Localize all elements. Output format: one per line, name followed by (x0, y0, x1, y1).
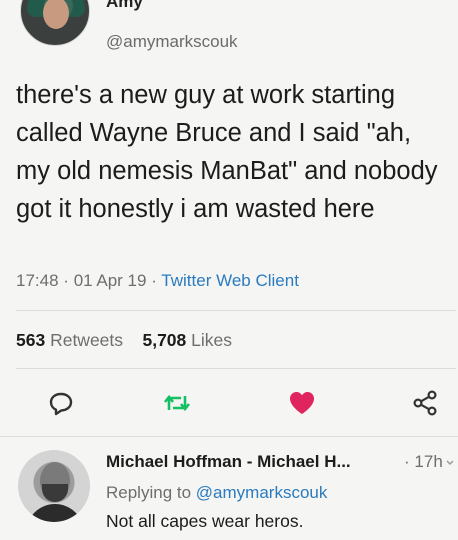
reply-text: Not all capes wear heros. (106, 511, 304, 531)
retweet-button[interactable] (160, 388, 194, 422)
reply-button[interactable] (44, 388, 78, 422)
retweets-count: 563 (16, 330, 46, 350)
meta-separator: · (63, 271, 69, 290)
author-handle[interactable]: @amymarkscouk (106, 32, 238, 52)
tweet-time[interactable]: 17:48 (16, 271, 59, 290)
divider (16, 310, 456, 311)
replying-to: Replying to @amymarkscouk (106, 483, 327, 503)
retweets-stat[interactable]: 563 Retweets (16, 330, 123, 350)
retweet-icon (162, 390, 192, 421)
replying-to-label: Replying to (106, 483, 192, 502)
meta-separator: · (151, 271, 157, 290)
meta-separator: · (404, 452, 410, 471)
retweets-label: Retweets (50, 330, 124, 350)
reply-author-name[interactable]: Michael Hoffman - Michael H... (106, 452, 351, 472)
tweet-source[interactable]: Twitter Web Client (161, 271, 299, 290)
tweet-stats: 563 Retweets 5,708 Likes (16, 330, 232, 351)
replying-to-handle[interactable]: @amymarkscouk (196, 483, 328, 502)
author-avatar[interactable] (20, 0, 90, 46)
heart-icon (288, 390, 316, 421)
author-display-name[interactable]: Amy (106, 0, 143, 12)
reply-time[interactable]: 17h (414, 452, 442, 471)
tweet-meta: 17:48 · 01 Apr 19 · Twitter Web Client (16, 271, 299, 291)
tweet-date[interactable]: 01 Apr 19 (74, 271, 147, 290)
divider (0, 436, 458, 437)
likes-count: 5,708 (142, 330, 187, 350)
chevron-down-icon[interactable] (446, 454, 454, 465)
tweet-text: there's a new guy at work starting calle… (16, 81, 438, 223)
divider (16, 368, 456, 369)
reply-author-avatar[interactable] (18, 450, 90, 522)
like-button[interactable] (285, 388, 319, 422)
share-button[interactable] (408, 388, 442, 422)
reply-icon (48, 390, 74, 421)
likes-stat[interactable]: 5,708 Likes (142, 330, 232, 350)
likes-label: Likes (191, 330, 233, 350)
share-icon (412, 389, 438, 421)
reply-meta: · 17h (404, 452, 443, 472)
